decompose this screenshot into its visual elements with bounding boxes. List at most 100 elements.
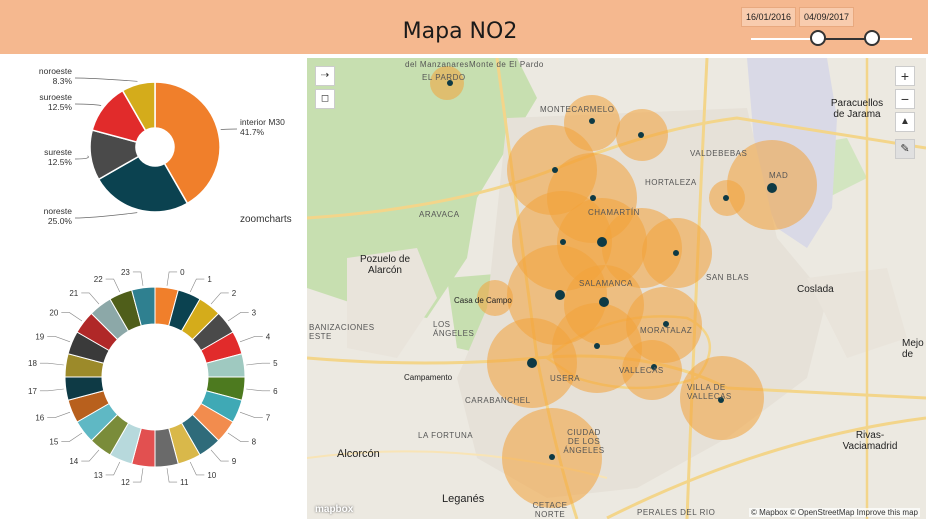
mapbox-logo: mapbox (315, 504, 354, 515)
donut-leader-line (61, 432, 83, 442)
donut-leader-line (189, 278, 205, 293)
donut-hour-label: 0 (180, 268, 185, 277)
pie-label-pct: 12.5% (48, 157, 73, 167)
zoom-in-button[interactable]: + (895, 66, 915, 86)
hour-donut-chart[interactable]: 0 1 2 3 4 5 6 7 8 9 10 11 12 13 14 15 16 17 18 19 20 21 22 23 (0, 265, 300, 495)
label-san-blas: SAN BLAS (706, 273, 750, 282)
date-slider-end-handle[interactable] (864, 30, 880, 46)
label-la-fortuna: LA FORTUNA (418, 431, 474, 440)
date-end-box[interactable]: 04/09/2017 (799, 7, 855, 27)
city-alcorcon: Alcorcón (337, 448, 380, 460)
city-coslada: Coslada (797, 284, 834, 295)
pie-leader-line (74, 77, 138, 82)
label-ciudad-angeles: CIUDAD DE LOS ÁNGELES (563, 428, 605, 455)
donut-leader-line (39, 388, 64, 392)
donut-leader-line (132, 271, 144, 286)
donut-leader-line (105, 278, 121, 293)
donut-hour-label: 17 (28, 387, 37, 396)
pie-label-name: suroeste (39, 92, 72, 102)
donut-hour-label: 2 (232, 289, 237, 298)
donut-leader-line (105, 461, 121, 476)
no2-heat-map[interactable]: del Manzanares Monte de El Pardo EL PARD… (307, 58, 926, 519)
label-perales: PERALES DEL RIO (637, 508, 716, 517)
label-el-pardo: EL PARDO (422, 73, 466, 82)
donut-chart-svg: 01234567891011121314151617181920212223 (28, 268, 278, 487)
label-monte-pardo: Monte de El Pardo (469, 60, 544, 69)
donut-hour-label: 19 (35, 332, 44, 341)
pie-label-pct: 41.7% (240, 127, 265, 137)
rect-select-icon[interactable]: ◻ (315, 89, 335, 109)
donut-leader-line (227, 432, 249, 442)
label-aravaca: ARAVACA (419, 210, 460, 219)
donut-leader-line (166, 271, 178, 286)
city-paracuellos: Paracuellos de Jarama (830, 98, 884, 120)
pie-label-pct: 12.5% (48, 102, 73, 112)
pie-leader-line (74, 155, 89, 160)
pie-label-name: noreste (44, 206, 73, 216)
label-los-angeles: LOS ÁNGELES (433, 320, 475, 338)
donut-hour-label: 20 (49, 308, 58, 317)
lasso-select-icon[interactable]: ⇢ (315, 66, 335, 86)
pie-leader-line (74, 103, 102, 106)
donut-leader-line (227, 312, 249, 322)
donut-hour-label: 13 (94, 471, 103, 480)
label-banizaciones: BANIZACIONES ESTE (309, 323, 375, 341)
label-vallecas: VALLECAS (619, 366, 664, 375)
city-mejorada: Mejo de (902, 338, 924, 360)
donut-hour-label: 1 (207, 275, 212, 284)
pie-label-name: sureste (44, 147, 72, 157)
donut-hour-label: 6 (273, 387, 278, 396)
label-moratalaz: MORATALAZ (640, 326, 693, 335)
date-slider-start-handle[interactable] (810, 30, 826, 46)
city-rivas: Rivas-Vaciamadrid (842, 430, 898, 452)
date-start-box[interactable]: 16/01/2016 (741, 7, 797, 27)
donut-hour-label: 7 (266, 414, 271, 423)
zoom-out-button[interactable]: − (895, 89, 915, 109)
donut-leader-line (166, 468, 178, 483)
donut-leader-line (210, 449, 229, 462)
donut-leader-line (246, 388, 271, 392)
label-mad-airport: MAD (769, 171, 789, 180)
donut-hour-label: 4 (266, 332, 271, 341)
pie-leader-line (74, 212, 138, 219)
donut-hour-label: 23 (121, 268, 130, 277)
city-leganes: Leganés (442, 493, 485, 505)
header-bar: Mapa NO2 16/01/2016 04/09/2017 (0, 0, 928, 54)
zone-pie-chart[interactable]: interior M30 41.7% noreste 25.0% sureste 12.5… (0, 58, 300, 233)
donut-leader-line (81, 449, 100, 462)
label-valdebebas: VALDEBEBAS (690, 149, 748, 158)
donut-leader-line (189, 461, 205, 476)
city-campamento: Campamento (404, 373, 453, 382)
pie-label-name: noroeste (39, 66, 72, 76)
donut-hour-label: 14 (69, 457, 78, 466)
label-hortaleza: HORTALEZA (645, 178, 697, 187)
label-montecarmelo: MONTECARMELO (540, 105, 615, 114)
donut-leader-line (39, 362, 64, 366)
donut-leader-line (81, 292, 100, 305)
donut-hour-label: 18 (28, 359, 37, 368)
donut-leader-line (239, 411, 263, 418)
city-casa-campo: Casa de Campo (454, 296, 512, 305)
label-cetace-norte: CETACE NORTE (532, 501, 568, 519)
donut-hour-label: 22 (94, 275, 103, 284)
donut-leader-line (47, 336, 71, 343)
map-attribution[interactable]: © Mapbox © OpenStreetMap Improve this ma… (749, 508, 920, 517)
donut-hour-label: 5 (273, 359, 278, 368)
pie-label-name: interior M30 (240, 117, 285, 127)
donut-leader-line (132, 468, 144, 483)
zoomcharts-logo: zoomcharts (240, 214, 292, 225)
label-usera: USERA (550, 374, 581, 383)
donut-leader-line (246, 362, 271, 366)
pie-label-pct: 8.3% (53, 76, 73, 86)
label-villa-vallecas: VILLA DE VALLECAS (687, 383, 732, 401)
donut-hour-label: 8 (252, 438, 257, 447)
compass-button[interactable]: ▲ (895, 112, 915, 132)
donut-hour-label: 15 (49, 438, 58, 447)
donut-hour-label: 16 (35, 414, 44, 423)
donut-leader-line (239, 336, 263, 343)
donut-hour-label: 11 (180, 478, 189, 487)
map-pin-toggle-icon[interactable]: ✎ (895, 139, 915, 159)
donut-hour-label: 9 (232, 457, 237, 466)
city-pozuelo: Pozuelo de Alarcón (359, 254, 411, 276)
donut-leader-line (47, 411, 71, 418)
